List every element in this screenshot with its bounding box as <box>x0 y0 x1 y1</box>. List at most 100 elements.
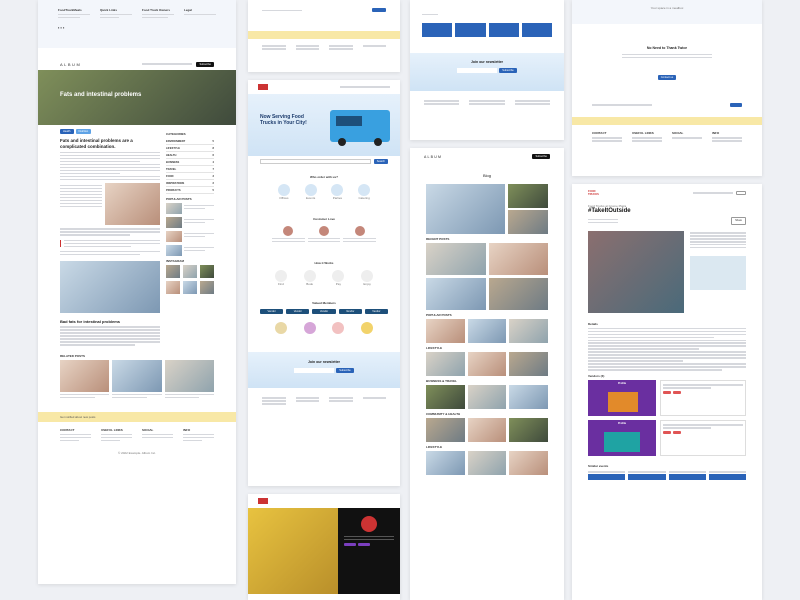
vendor-button[interactable]: Vendor <box>312 308 336 314</box>
logo[interactable]: ALBUM <box>60 62 81 67</box>
footer-contact: CONTACT <box>60 427 75 432</box>
vendors-title: Valued Members <box>312 300 336 305</box>
truck-photo <box>248 508 338 594</box>
newsletter-button[interactable]: Subscribe <box>499 67 517 73</box>
popular-post[interactable] <box>166 217 214 228</box>
newsletter-title: Join our newsletter <box>307 359 341 364</box>
tag-health[interactable]: Health <box>60 129 74 134</box>
article-image-2 <box>60 261 160 314</box>
newsletter-input[interactable] <box>294 367 335 373</box>
top-footer: FoodTruckMeals Quick Links Food Truck Ow… <box>38 0 236 48</box>
tag-nutrition[interactable]: Nutrition <box>75 129 92 134</box>
section-recent: RECENT POSTS <box>426 237 450 241</box>
event-logo[interactable]: FOOD TRUCKS <box>588 190 602 196</box>
popular-post[interactable] <box>166 203 214 214</box>
footer-col1: FoodTruckMeals <box>58 8 82 12</box>
footer-links: USEFUL LINKS <box>101 427 123 432</box>
subscribe-button[interactable]: Subscribe <box>196 61 214 67</box>
hero-image: Fats and intestinal problems <box>38 70 236 125</box>
footer-col4: Legal <box>184 8 192 12</box>
logo[interactable]: ALBUM <box>424 155 442 159</box>
category-item[interactable]: HEALTH 6 <box>166 152 214 159</box>
category-item[interactable]: PRODUCTS 5 <box>166 187 214 194</box>
blockquote <box>60 239 160 247</box>
vendor-button[interactable]: Vendor <box>260 308 284 314</box>
article-title: Fats and intestinal problems are a compl… <box>60 138 133 149</box>
similar-events-title: Similar events <box>588 463 609 468</box>
footer-info: INFO <box>183 427 191 432</box>
how-steps: Find Book Pay Enjoy <box>248 267 400 289</box>
related-post[interactable] <box>60 360 110 400</box>
who-title: Who order with us? <box>310 175 338 179</box>
category-item[interactable]: FOOD 3 <box>166 173 214 180</box>
vendor-button[interactable]: Vendor <box>364 308 389 314</box>
vendor-button[interactable]: Vendor <box>338 308 362 314</box>
blog-article-page: FoodTruckMeals Quick Links Food Truck Ow… <box>38 0 236 584</box>
vendor-card[interactable]: Profile <box>588 419 656 456</box>
profile-panel <box>338 508 400 594</box>
event-map[interactable] <box>690 256 746 291</box>
food-truck-profile <box>248 494 400 600</box>
article-image-1 <box>105 183 160 226</box>
event-title: #TakeItOutside <box>588 208 631 214</box>
footer-social: SOCIAL <box>142 427 154 432</box>
who-grid: Offices Events Parties Catering <box>248 181 400 203</box>
top-text: Your space in a mealbox <box>650 6 684 10</box>
footer-contact: CONTACT <box>592 131 607 136</box>
category-item[interactable]: BUSINESS 4 <box>166 159 214 166</box>
section-lifestyle-2: LIFESTYLE <box>426 445 443 449</box>
subheading: Bad fats for intestinal problems <box>60 319 121 325</box>
related-post[interactable] <box>164 360 214 400</box>
newsletter-title: Join our newsletter <box>470 59 504 64</box>
instagram-grid <box>166 265 214 294</box>
search-button[interactable]: Search <box>373 159 388 164</box>
newsletter-strip: Get notified about new posts <box>38 411 236 422</box>
testimonials <box>248 223 400 247</box>
share-button[interactable]: Share <box>731 217 746 225</box>
section-business: BUSINESS & TRAVEL <box>426 379 457 383</box>
blog-listing: ALBUM Subscribe Blog RECENT POSTS POPULA… <box>410 148 564 600</box>
category-item[interactable]: LIFESTYLE 8 <box>166 145 214 152</box>
popular-title: POPULAR POSTS <box>166 197 192 201</box>
vendor-button[interactable]: Vendor <box>286 308 310 314</box>
copyright: © 2022 Example. Album Inc. <box>118 450 156 455</box>
hero-title: Now Serving Food Trucks in Your City! <box>260 114 307 126</box>
vendor-buttons: Vendor Vendor Vendor Vendor Vendor <box>248 307 400 316</box>
category-item[interactable]: ENVIRONMENT 5 <box>166 138 214 145</box>
contact-button[interactable]: Contact us <box>657 74 677 80</box>
related-posts <box>60 360 214 400</box>
footer-social: SOCIAL <box>672 131 684 136</box>
popular-post[interactable] <box>166 245 214 256</box>
how-title: How it Works <box>314 260 334 265</box>
related-post[interactable] <box>112 360 162 400</box>
blog-title: Blog <box>482 173 491 178</box>
category-item[interactable]: INSPIRATIONS 2 <box>166 180 214 187</box>
newsletter-input[interactable] <box>457 67 498 73</box>
newsletter-section: Join our newsletter Subscribe <box>248 351 400 388</box>
featured-post[interactable] <box>426 184 506 234</box>
instagram-title: INSTAGRAM <box>166 259 184 263</box>
details-title: Details <box>588 321 598 326</box>
site-logo[interactable] <box>258 84 268 90</box>
categories-title: CATEGORIES <box>166 132 186 136</box>
food-truck-landing: Now Serving Food Trucks in Your City! Se… <box>248 80 400 486</box>
newsletter-button[interactable]: Subscribe <box>336 367 354 373</box>
newsletter-band <box>248 30 400 39</box>
vendor-card[interactable]: Profile <box>588 379 656 416</box>
section-lifestyle: LIFESTYLE <box>426 346 443 350</box>
nav-bar: ALBUM Subscribe <box>38 58 236 70</box>
vendor-logos <box>248 316 400 340</box>
food-truck-illustration <box>330 110 390 146</box>
popular-post[interactable] <box>166 231 214 242</box>
vendors-title: Vendors (3) <box>588 373 605 378</box>
related-title: RELATED POSTS <box>60 354 85 359</box>
search-input[interactable] <box>260 159 371 164</box>
section-community: COMMUNITY & HEALTH <box>426 412 461 416</box>
top-button[interactable] <box>372 8 386 12</box>
category-item[interactable]: TRAVEL 7 <box>166 166 214 173</box>
categories-list: ENVIRONMENT 5 LIFESTYLE 8 HEALTH 6 BUSINESS… <box>166 138 214 194</box>
hero-section: Now Serving Food Trucks in Your City! <box>248 94 400 156</box>
social-icons[interactable]: ▪ ▪ ▪ <box>58 25 216 30</box>
subscribe-button[interactable]: Subscribe <box>532 154 550 159</box>
food-truck-home <box>248 0 400 72</box>
